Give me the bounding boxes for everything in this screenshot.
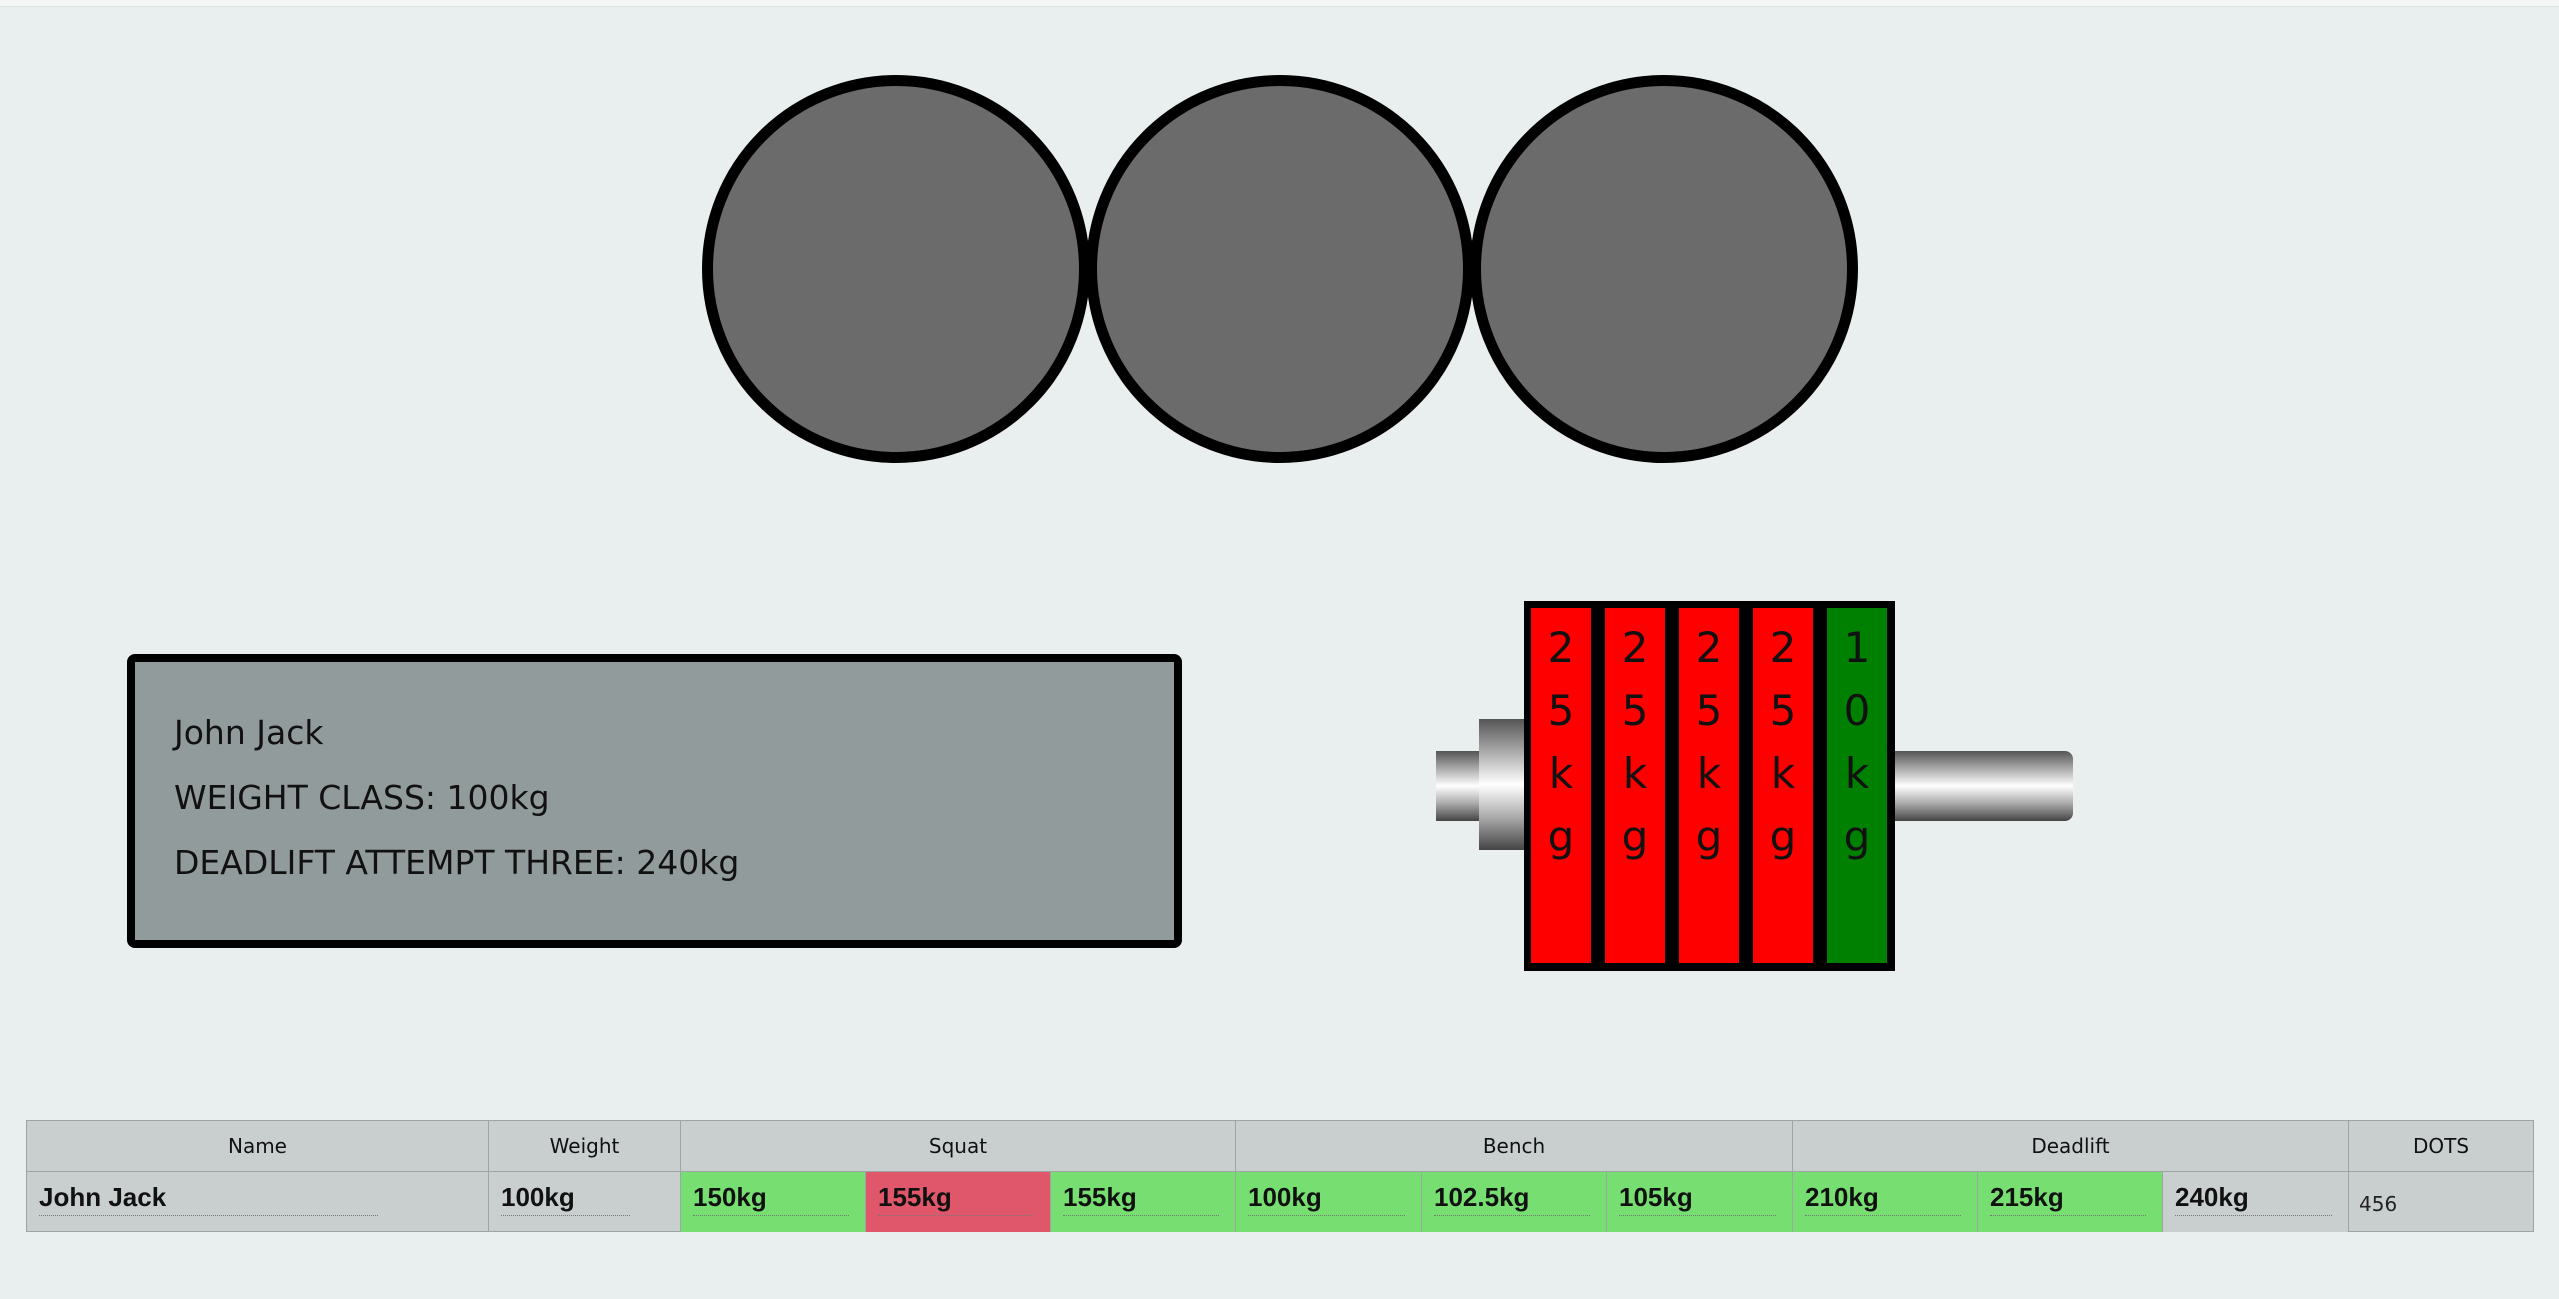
referee-light-right (1470, 75, 1858, 463)
bodyweight-field[interactable]: 100kg (501, 1182, 630, 1216)
deadlift-attempt-1[interactable]: 210kg (1793, 1171, 1978, 1232)
header-squat: Squat (681, 1121, 1236, 1171)
lifter-name: John Jack (174, 713, 324, 752)
top-edge (0, 0, 2559, 7)
current-attempt: DEADLIFT ATTEMPT THREE: 240kg (174, 843, 740, 882)
bench-attempt-1[interactable]: 100kg (1236, 1171, 1422, 1232)
header-bench: Bench (1236, 1121, 1793, 1171)
squat-attempt-2[interactable]: 155kg (866, 1171, 1051, 1232)
header-dots: DOTS (2412, 1134, 2470, 1158)
header-deadlift: Deadlift (1793, 1121, 2349, 1171)
bench-attempt-3[interactable]: 105kg (1607, 1171, 1793, 1232)
plate-5: 10kg (1827, 608, 1887, 963)
dots-score: 456 (2359, 1192, 2398, 1216)
bench-attempt-2[interactable]: 102.5kg (1422, 1171, 1607, 1232)
barbell-sleeve-end (1436, 751, 1481, 821)
weight-class: WEIGHT CLASS: 100kg (174, 778, 550, 817)
results-table: Name Weight Squat Bench Deadlift DOTS Jo… (26, 1120, 2534, 1232)
deadlift-attempt-2[interactable]: 215kg (1978, 1171, 2163, 1232)
lifter-info-panel: John Jack WEIGHT CLASS: 100kg DEADLIFT A… (127, 654, 1182, 948)
squat-attempt-3[interactable]: 155kg (1051, 1171, 1236, 1232)
plate-4: 25kg (1753, 608, 1813, 963)
plate-2: 25kg (1605, 608, 1665, 963)
plate-1: 25kg (1531, 608, 1591, 963)
squat-attempt-1[interactable]: 150kg (681, 1171, 866, 1232)
deadlift-attempt-3[interactable]: 240kg (2163, 1171, 2349, 1232)
cell-name[interactable]: John Jack (27, 1171, 489, 1232)
header-name: Name (27, 1121, 489, 1171)
lifter-name-field[interactable]: John Jack (39, 1182, 378, 1216)
plate-3: 25kg (1679, 608, 1739, 963)
referee-light-left (702, 75, 1090, 463)
plate-stack: 25kg 25kg 25kg 25kg 10kg (1524, 601, 1895, 971)
cell-dots: 456 (2349, 1171, 2533, 1232)
cell-weight[interactable]: 100kg (489, 1171, 681, 1232)
barbell-collar (1479, 719, 1529, 850)
referee-light-center (1086, 75, 1474, 463)
barbell-shaft (1885, 751, 2073, 821)
header-weight: Weight (489, 1121, 681, 1171)
